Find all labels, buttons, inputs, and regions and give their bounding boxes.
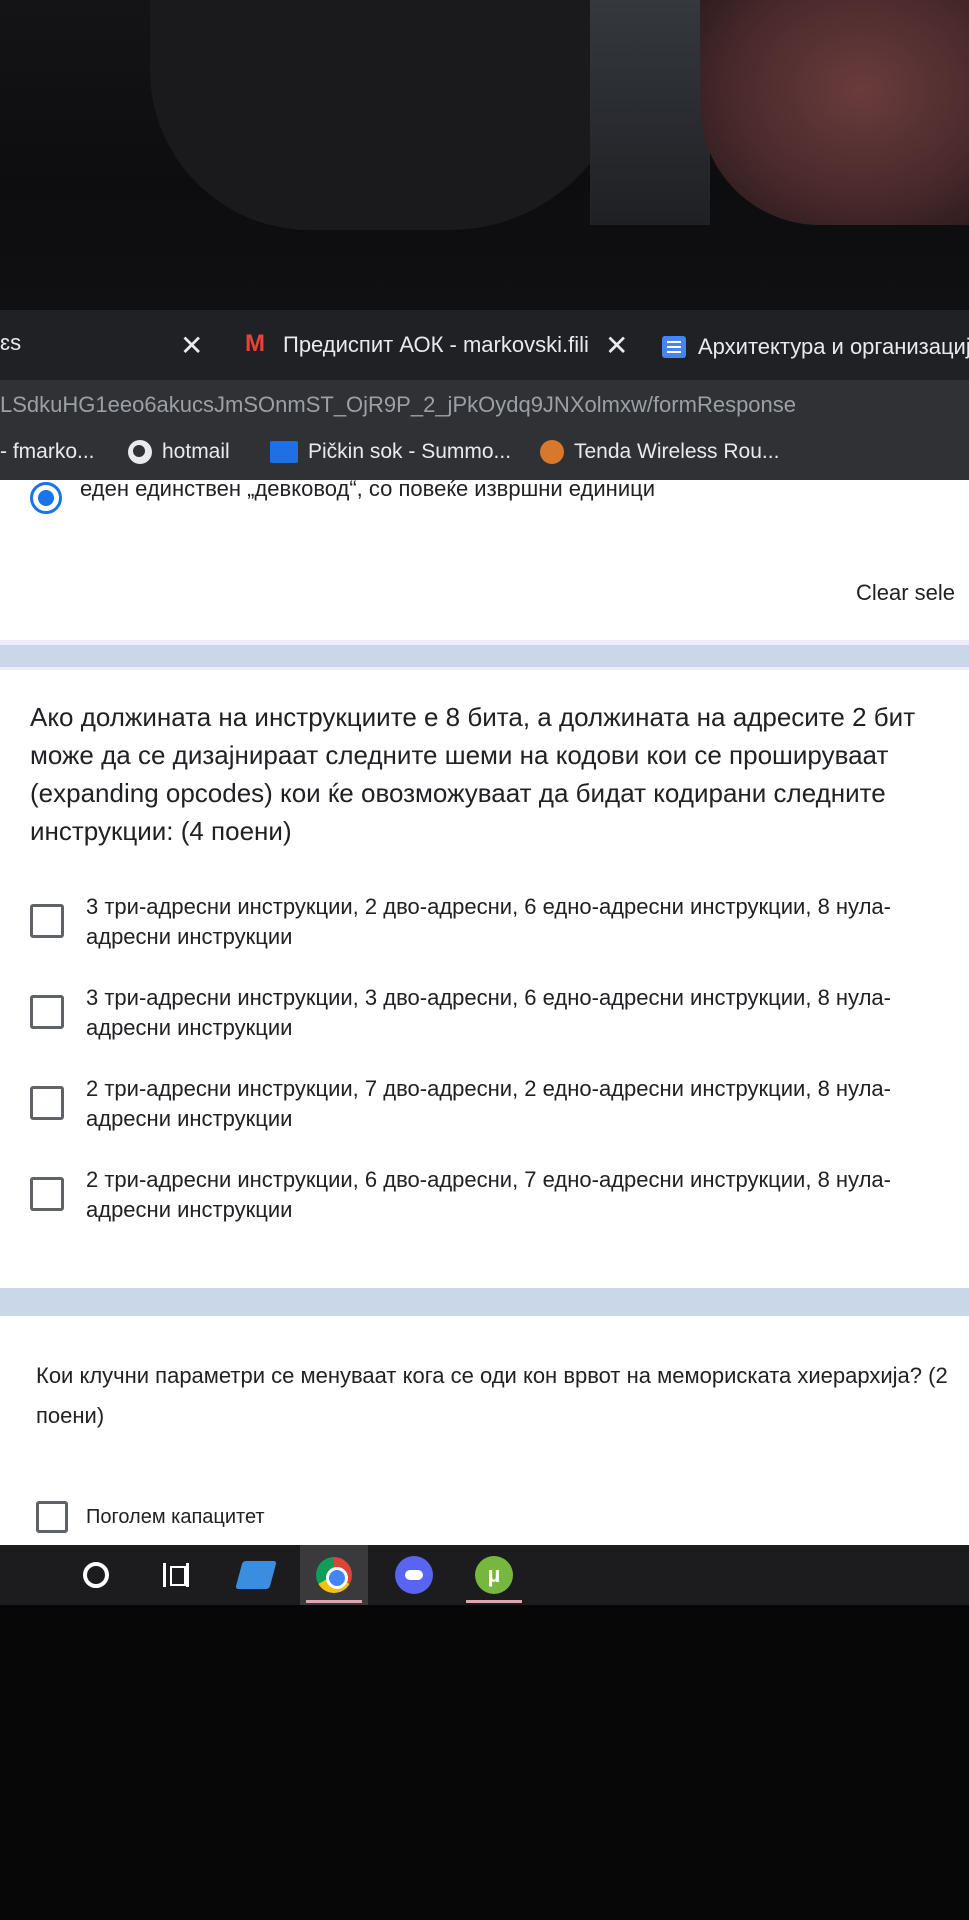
bookmark-label: hotmail xyxy=(162,440,230,463)
url-text[interactable]: LSdkuHG1eeo6akucsJmSOnmST_OjR9P_2_jPkOyd… xyxy=(0,392,796,418)
question-text: Ако должината на инструкциите е 8 бита, … xyxy=(30,702,916,846)
bookmark-tenda[interactable]: Tenda Wireless Rou... xyxy=(540,440,779,464)
checkbox-option[interactable]: 2 три-адресни инструкции, 7 дво-адресни,… xyxy=(30,1074,965,1134)
checkbox-option[interactable]: Поголем капацитет xyxy=(36,1501,265,1533)
background-shape xyxy=(150,0,630,230)
previous-question-card: еден единствен „девковод“, со повеќе изв… xyxy=(0,480,969,640)
utorrent-icon: µ xyxy=(475,1556,513,1594)
bookmark-label: - fmarko... xyxy=(0,440,95,463)
checkbox-option[interactable]: 2 три-адресни инструкции, 6 дво-адресни,… xyxy=(30,1165,965,1225)
option-label: 2 три-адресни инструкции, 6 дво-адресни,… xyxy=(86,1167,891,1222)
monitor-bezel xyxy=(0,1605,969,1920)
photo-background xyxy=(0,0,969,310)
bookmark-hotmail[interactable]: hotmail xyxy=(128,440,230,464)
task-view-button[interactable] xyxy=(142,1545,210,1605)
question-card: Кои клучни параметри се менуваат кога се… xyxy=(0,1316,969,1545)
discord-button[interactable] xyxy=(380,1545,448,1605)
bookmark-pickin-sok[interactable]: Pičkin sok - Summo... xyxy=(270,440,511,464)
option-label: 3 три-адресни инструкции, 2 дво-адресни,… xyxy=(86,894,891,949)
chrome-button[interactable] xyxy=(300,1545,368,1605)
gmail-icon xyxy=(245,330,271,358)
option-label: Поголем капацитет xyxy=(86,1505,265,1528)
active-indicator xyxy=(306,1600,362,1603)
utorrent-button[interactable]: µ xyxy=(460,1545,528,1605)
tab-title: Архитектура и организација xyxy=(698,334,969,359)
question-card: Ако должината на инструкциите е 8 бита, … xyxy=(0,670,969,1288)
tab-partial[interactable]: ɛs xyxy=(0,330,21,356)
checkbox[interactable] xyxy=(30,904,64,938)
task-view-icon xyxy=(163,1563,189,1587)
app-icon xyxy=(235,1561,277,1589)
selected-radio-option[interactable]: еден единствен „девковод“, со повеќе изв… xyxy=(30,480,655,514)
tab-title: Предиспит АОК - markovski.fili xyxy=(283,332,589,357)
tab-partial-title: ɛs xyxy=(0,330,22,355)
tab-close-icon[interactable]: ✕ xyxy=(180,332,203,360)
blue-square-icon xyxy=(270,441,298,463)
tenda-icon xyxy=(540,440,564,464)
form-page: еден единствен „девковод“, со повеќе изв… xyxy=(0,480,969,1545)
checkbox[interactable] xyxy=(30,1086,64,1120)
section-divider xyxy=(0,645,969,667)
discord-icon xyxy=(395,1556,433,1594)
app-button[interactable] xyxy=(222,1545,290,1605)
bookmark-fmarko[interactable]: - fmarko... xyxy=(0,440,95,464)
radio-dot xyxy=(38,490,54,506)
question-text: Кои клучни параметри се менуваат кога се… xyxy=(36,1363,948,1428)
checkbox[interactable] xyxy=(36,1501,68,1533)
section-divider xyxy=(0,1288,969,1316)
radio-option-label: еден единствен „девковод“, со повеќе изв… xyxy=(80,480,655,501)
bookmark-label: Pičkin sok - Summo... xyxy=(308,440,512,463)
tab-forms[interactable]: Архитектура и организација xyxy=(662,334,969,360)
tab-gmail[interactable]: Предиспит АОК - markovski.fili xyxy=(245,330,589,358)
browser-tab-strip: ɛs ✕ Предиспит АОК - markovski.fili ✕ Ар… xyxy=(0,310,969,380)
background-window xyxy=(590,0,710,225)
active-indicator xyxy=(466,1600,522,1603)
option-label: 3 три-адресни инструкции, 3 дво-адресни,… xyxy=(86,985,891,1040)
address-bar[interactable]: LSdkuHG1eeo6akucsJmSOnmST_OjR9P_2_jPkOyd… xyxy=(0,380,969,430)
cortana-icon xyxy=(83,1562,109,1588)
checkbox-option[interactable]: 3 три-адресни инструкции, 3 дво-адресни,… xyxy=(30,983,965,1043)
bookmarks-bar: - fmarko... hotmail Pičkin sok - Summo..… xyxy=(0,430,969,480)
radio-button-checked[interactable] xyxy=(30,482,62,514)
chrome-icon xyxy=(316,1557,352,1593)
clear-selection-button[interactable]: Clear sele xyxy=(856,580,955,606)
checkbox-option[interactable]: 3 три-адресни инструкции, 2 дво-адресни,… xyxy=(30,892,965,952)
option-label: 2 три-адресни инструкции, 7 дво-адресни,… xyxy=(86,1076,891,1131)
background-object xyxy=(700,0,969,225)
checkbox[interactable] xyxy=(30,995,64,1029)
windows-taskbar: µ xyxy=(0,1545,969,1605)
cortana-button[interactable] xyxy=(62,1545,130,1605)
bookmark-label: Tenda Wireless Rou... xyxy=(574,440,780,463)
forms-icon xyxy=(662,336,686,358)
checkbox[interactable] xyxy=(30,1177,64,1211)
tab-close-icon[interactable]: ✕ xyxy=(605,332,628,360)
globe-icon xyxy=(128,440,152,464)
